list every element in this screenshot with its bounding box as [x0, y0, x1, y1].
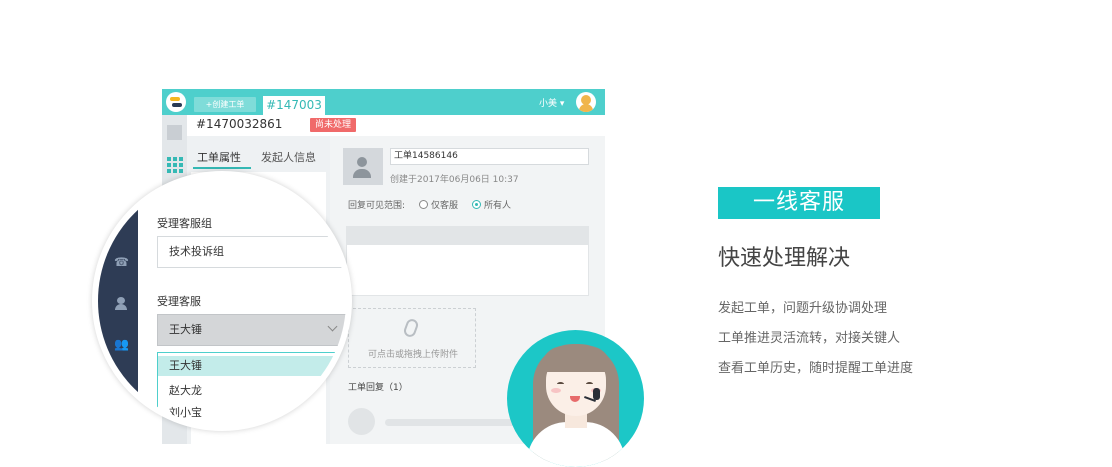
radio-agents-only-label: 仅客服: [431, 201, 459, 211]
dropdown-option[interactable]: 赵大龙: [158, 381, 346, 401]
radio-everyone-label: 所有人: [484, 201, 512, 211]
create-ticket-button[interactable]: +创建工单: [194, 97, 256, 112]
ticket-header: #1470032861 尚未处理: [187, 115, 605, 136]
status-badge: 尚未处理: [310, 118, 357, 132]
feature-item: 工单推进灵活流转，对接关键人: [718, 331, 901, 346]
reply-editor[interactable]: [346, 244, 589, 296]
agent-select-value: 王大锤: [169, 323, 202, 336]
dropdown-option[interactable]: 刘小宝: [158, 403, 346, 423]
hero-heading: 快速处理解决: [718, 246, 851, 271]
tab-properties[interactable]: 工单属性: [197, 149, 241, 165]
illustration-fringe: [541, 346, 611, 372]
support-agent-illustration: [507, 330, 644, 467]
reply-avatar: [348, 408, 375, 435]
user-menu[interactable]: 小美 ▾: [539, 96, 564, 109]
magnified-form: 受理客服组 技术投诉组 受理客服 王大锤 王大锤 赵大龙 刘小宝: [138, 177, 346, 425]
sidebar-square-icon[interactable]: [167, 125, 182, 140]
reply-placeholder-line: [385, 419, 515, 426]
feature-item: 发起工单，问题升级协调处理: [718, 301, 888, 316]
reply-count: 工单回复（1）: [348, 383, 408, 393]
tab-ticket[interactable]: #147003: [263, 96, 325, 115]
chevron-down-icon: [327, 321, 338, 332]
created-at: 创建于2017年06月06日 10:37: [390, 175, 519, 185]
editor-toolbar: [346, 226, 589, 244]
radio-everyone[interactable]: [472, 200, 481, 209]
hero-badge: 一线客服: [718, 187, 880, 219]
group-icon[interactable]: 👥: [114, 337, 129, 351]
illustration-eye: [586, 382, 593, 386]
paperclip-icon: [402, 317, 420, 339]
ticket-id: #1470032861: [196, 117, 283, 131]
upload-dropzone[interactable]: 可点击或拖拽上传附件: [348, 308, 476, 368]
person-icon[interactable]: [114, 297, 128, 311]
dropdown-option[interactable]: 王大锤: [158, 356, 346, 376]
magnifier-lens: ☎ 👥 受理客服组 技术投诉组 受理客服 王大锤 王大锤 赵大龙 刘小宝: [92, 171, 352, 431]
visibility-label: 回复可见范围:: [348, 201, 406, 211]
agent-select[interactable]: 王大锤: [157, 314, 346, 346]
magnified-nav: ☎ 👥: [98, 177, 138, 425]
agent-dropdown: 王大锤 赵大龙 刘小宝: [157, 352, 346, 425]
ticket-title-field[interactable]: 工单14586146: [390, 148, 589, 165]
agent-label: 受理客服: [157, 295, 201, 308]
illustration-eye: [557, 382, 564, 386]
logo-icon: [166, 92, 186, 112]
top-bar: +创建工单 #147003 小美 ▾: [162, 89, 605, 115]
contact-card-icon: [343, 148, 383, 185]
group-select[interactable]: 技术投诉组: [157, 236, 346, 268]
headset-icon: [593, 388, 600, 400]
upload-hint: 可点击或拖拽上传附件: [367, 350, 458, 360]
phone-icon[interactable]: ☎: [114, 255, 129, 269]
avatar-icon[interactable]: [576, 92, 596, 112]
radio-agents-only[interactable]: [419, 200, 428, 209]
feature-item: 查看工单历史，随时提醒工单进度: [718, 361, 914, 376]
tab-sender-info[interactable]: 发起人信息: [261, 149, 316, 165]
illustration-cheek: [551, 388, 561, 393]
active-tab-indicator: [193, 167, 251, 169]
group-label: 受理客服组: [157, 217, 212, 230]
grid-icon[interactable]: [167, 157, 183, 173]
